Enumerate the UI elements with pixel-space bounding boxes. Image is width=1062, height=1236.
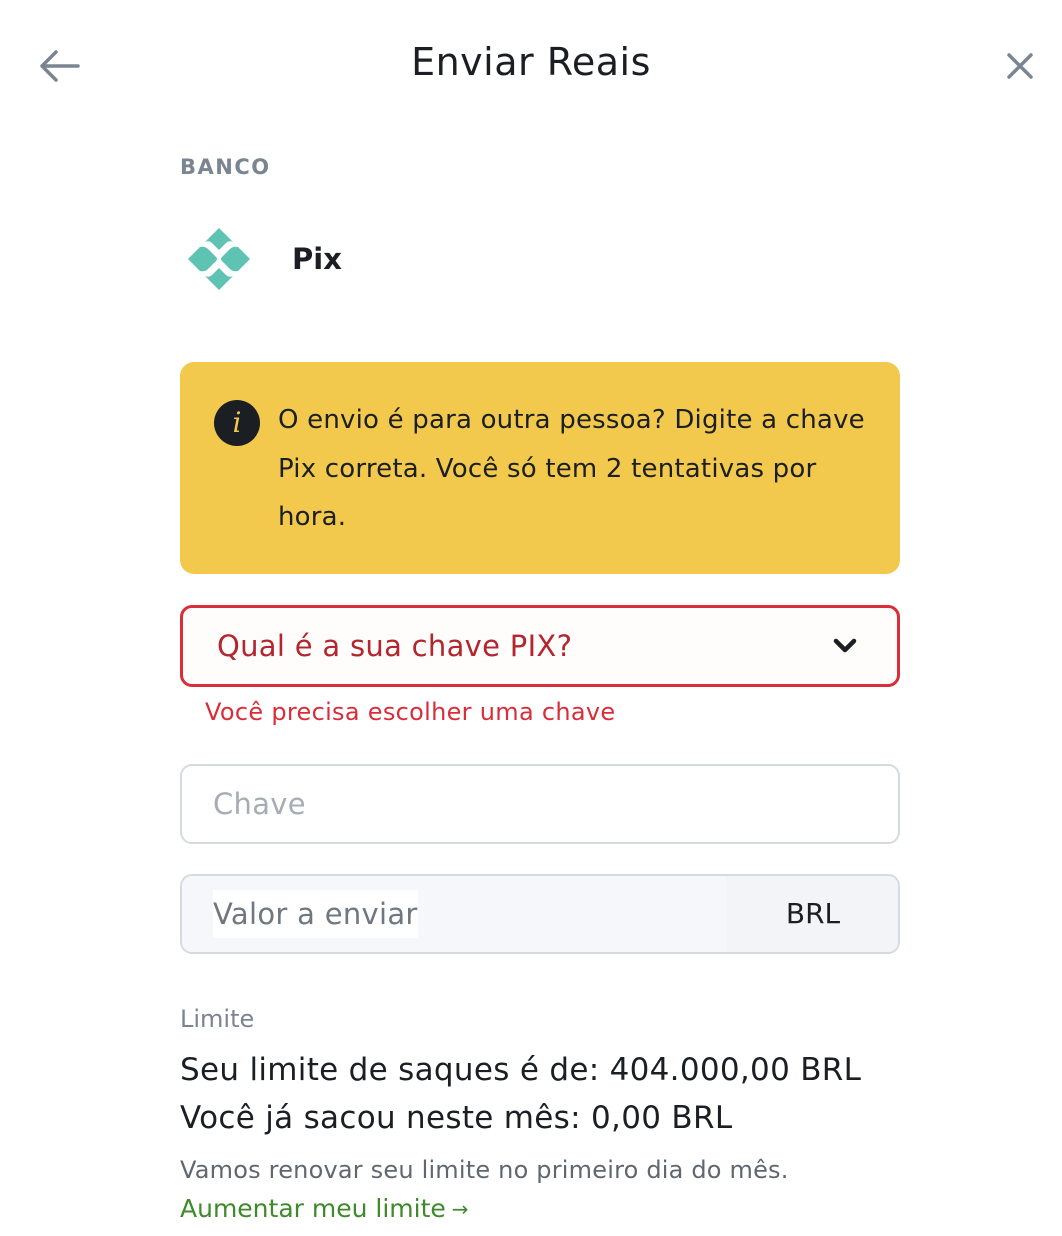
bank-item: Pix <box>186 226 342 292</box>
amount-placeholder: Valor a enviar <box>213 890 418 938</box>
increase-limit-link-label: Aumentar meu limite <box>180 1194 446 1223</box>
close-button[interactable] <box>996 42 1044 90</box>
arrow-right-icon: → <box>451 1196 469 1221</box>
pix-logo-icon <box>188 228 250 290</box>
increase-limit-link[interactable]: Aumentar meu limite → <box>180 1194 469 1223</box>
pix-key-type-select[interactable]: Qual é a sua chave PIX? <box>180 605 900 687</box>
select-placeholder: Qual é a sua chave PIX? <box>217 629 573 663</box>
alert-text: O envio é para outra pessoa? Digite a ch… <box>278 405 865 532</box>
currency-label: BRL <box>726 876 898 952</box>
close-icon <box>1007 53 1033 79</box>
chevron-down-icon <box>833 638 857 653</box>
limit-label: Limite <box>180 1005 255 1033</box>
bank-name: Pix <box>292 242 342 276</box>
bank-section-label: BANCO <box>180 155 271 179</box>
page-title: Enviar Reais <box>411 40 651 84</box>
amount-input[interactable]: Valor a enviar <box>182 876 726 952</box>
withdrawn-this-month-text: Você já sacou neste mês: 0,00 BRL <box>180 1100 733 1136</box>
pix-key-input[interactable]: Chave <box>180 764 900 844</box>
pix-key-placeholder: Chave <box>213 787 306 821</box>
select-error-message: Você precisa escolher uma chave <box>205 698 616 726</box>
info-icon: i <box>214 400 260 446</box>
withdraw-limit-text: Seu limite de saques é de: 404.000,00 BR… <box>180 1052 862 1088</box>
send-reais-page: Enviar Reais BANCO Pix i O envio é para … <box>0 0 1062 1236</box>
limit-renew-note: Vamos renovar seu limite no primeiro dia… <box>180 1156 789 1184</box>
amount-field-group: Valor a enviar BRL <box>180 874 900 954</box>
info-alert: i O envio é para outra pessoa? Digite a … <box>180 362 900 574</box>
